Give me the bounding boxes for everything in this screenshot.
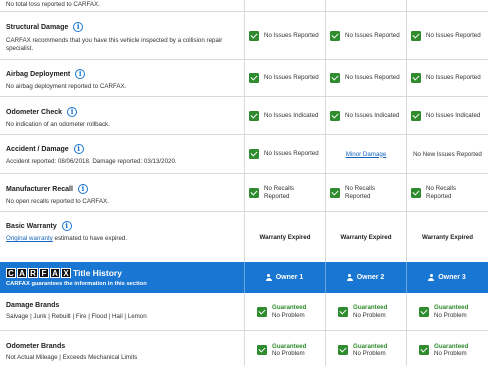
checkmark-icon (330, 30, 340, 41)
info-icon[interactable]: i (75, 69, 86, 79)
table-row-manufacturer-recall: Manufacturer Recall i No open recalls rep… (0, 174, 488, 212)
owner-3-header: Owner 3 (406, 262, 488, 293)
row-label: No total loss reported to CARFAX. (0, 0, 244, 11)
row-label: Odometer Brands Not Actual Mileage | Exc… (0, 331, 244, 366)
owner2-status: No Issues Reported (345, 74, 400, 81)
table-row-odometer-brands: Odometer Brands Not Actual Mileage | Exc… (0, 331, 488, 366)
row-title: Manufacturer Recall (6, 185, 73, 193)
checkmark-icon (411, 73, 421, 83)
owner2-status: No Issues Reported (345, 31, 400, 39)
checkmark-icon (249, 110, 259, 121)
owner3-status: No New Issues Reported (413, 150, 482, 158)
row-title: Basic Warranty (6, 222, 57, 230)
owner1-status: No Recalls Reported (264, 184, 294, 200)
owner-1-header: Owner 1 (244, 262, 325, 293)
carfax-logo: CARFAX (6, 268, 72, 278)
owner3-status: No Recalls Reported (426, 184, 456, 200)
row-label: Manufacturer Recall i No open recalls rep… (0, 174, 244, 211)
person-icon (346, 274, 353, 281)
table-row-airbag-deployment: Airbag Deployment i No airbag deployment … (0, 60, 488, 97)
row-description: No open recalls reported to CARFAX. (6, 198, 109, 205)
row-description: Salvage | Junk | Rebuilt | Fire | Flood … (6, 313, 147, 320)
table-row-damage-brands: Damage Brands Salvage | Junk | Rebuilt |… (0, 293, 488, 331)
info-icon[interactable]: i (73, 144, 84, 154)
info-icon[interactable]: i (73, 22, 84, 32)
owner1-status: Warranty Expired (259, 233, 311, 241)
table-row-accident-damage: Accident / Damage i Accident reported: 08… (0, 135, 488, 174)
owner3-status: No Issues Reported (426, 31, 481, 39)
section-title: Title History (73, 268, 122, 278)
row-title: Damage Brands (6, 302, 60, 309)
row-title: Accident / Damage (6, 145, 69, 153)
checkmark-icon (249, 187, 259, 198)
checkmark-icon (249, 149, 259, 159)
row-title: Odometer Check (6, 108, 63, 116)
owner2-status: Warranty Expired (340, 233, 392, 241)
row-label: Damage Brands Salvage | Junk | Rebuilt |… (0, 293, 244, 330)
row-label: Structural Damage i CARFAX recommends tha… (0, 12, 244, 59)
row-label: Accident / Damage i Accident reported: 08… (0, 135, 244, 173)
table-row-basic-warranty: Basic Warranty i Original warranty estima… (0, 212, 488, 262)
owner1-status: No Issues Indicated (264, 111, 319, 119)
section-subtitle: CARFAX guarantees the information in thi… (6, 281, 147, 287)
row-description: Not Actual Mileage | Exceeds Mechanical … (6, 354, 138, 361)
title-history-header: CARFAX Title History CARFAX guarantees t… (0, 262, 488, 293)
row-title: Structural Damage (6, 23, 69, 31)
checkmark-icon (257, 306, 267, 317)
original-warranty-link[interactable]: Original warranty (6, 235, 53, 242)
person-icon (265, 274, 272, 281)
row-label: Basic Warranty i Original warranty estima… (0, 212, 244, 262)
row-description: Accident reported: 08/06/2018. Damage re… (6, 158, 177, 165)
owner-2-header: Owner 2 (325, 262, 406, 293)
person-icon (428, 274, 435, 281)
checkmark-icon (257, 345, 267, 355)
row-description: No total loss reported to CARFAX. (6, 1, 100, 8)
row-title: Odometer Brands (6, 343, 66, 350)
checkmark-icon (330, 187, 340, 198)
owner2-status: No Recalls Reported (345, 184, 375, 200)
owner1-status: No Issues Reported (264, 150, 319, 157)
checkmark-icon (338, 306, 348, 317)
minor-damage-link[interactable]: Minor Damage (346, 151, 387, 158)
row-description: No indication of an odometer rollback. (6, 121, 110, 128)
checkmark-icon (338, 345, 348, 355)
info-icon[interactable]: i (61, 221, 72, 231)
checkmark-icon (249, 73, 259, 83)
owner3-status: Warranty Expired (421, 233, 473, 241)
checkmark-icon (411, 110, 421, 121)
checkmark-icon (330, 73, 340, 83)
table-row-structural-damage: Structural Damage i CARFAX recommends tha… (0, 12, 488, 60)
row-label: Odometer Check i No indication of an odom… (0, 97, 244, 134)
checkmark-icon (411, 187, 421, 198)
checkmark-icon (411, 30, 421, 41)
checkmark-icon (419, 306, 429, 317)
info-icon[interactable]: i (77, 184, 88, 194)
row-label: Airbag Deployment i No airbag deployment … (0, 60, 244, 96)
checkmark-icon (249, 30, 259, 41)
table-row: No total loss reported to CARFAX. (0, 0, 488, 12)
table-row-odometer-check: Odometer Check i No indication of an odom… (0, 97, 488, 135)
owner3-status: No Issues Reported (426, 74, 481, 81)
row-description: Original warranty estimated to have expi… (6, 235, 128, 242)
owner2-status: No Issues Indicated (345, 111, 400, 119)
owner1-status: No Issues Reported (264, 31, 319, 39)
owner3-status: No Issues Indicated (426, 111, 481, 119)
info-icon[interactable]: i (67, 107, 78, 117)
checkmark-icon (419, 345, 429, 355)
row-description: No airbag deployment reported to CARFAX. (6, 83, 127, 90)
checkmark-icon (330, 110, 340, 121)
row-description: CARFAX recommends that you have this veh… (6, 37, 223, 52)
owner1-status: No Issues Reported (264, 74, 319, 81)
row-title: Airbag Deployment (6, 70, 71, 78)
